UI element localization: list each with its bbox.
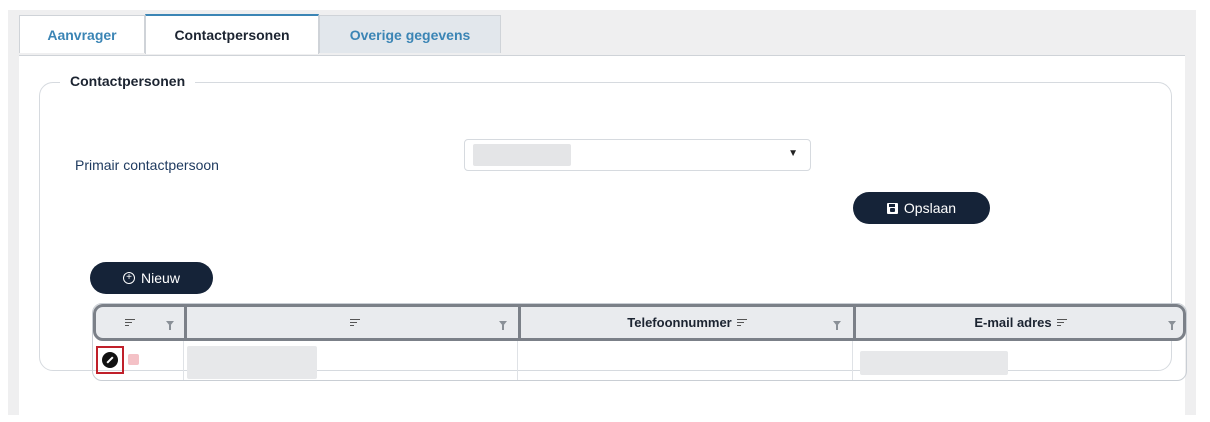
- contacts-grid: Telefoonnummer E-mail adres: [92, 303, 1187, 381]
- column-divider: [852, 341, 853, 380]
- cell-name-redacted: [187, 346, 317, 379]
- column-header-telefoonnummer[interactable]: Telefoonnummer: [521, 307, 853, 338]
- new-button[interactable]: + Nieuw: [90, 262, 213, 294]
- plus-circle-icon: +: [123, 272, 136, 284]
- primary-contact-value-redacted: [473, 144, 571, 166]
- tab-overige-gegevens[interactable]: Overige gegevens: [319, 15, 501, 53]
- application-panel: Aanvrager Contactpersonen Overige gegeve…: [8, 10, 1196, 416]
- contactpersonen-group: Contactpersonen Primair contactpersoon ▼…: [39, 73, 1187, 381]
- save-button[interactable]: Opslaan: [853, 192, 990, 224]
- new-button-label: Nieuw: [141, 270, 180, 286]
- filter-icon[interactable]: [166, 321, 174, 330]
- tab-content: Contactpersonen Primair contactpersoon ▼…: [19, 55, 1187, 416]
- filter-icon[interactable]: [833, 321, 841, 330]
- group-legend: Contactpersonen: [60, 73, 196, 89]
- grid-header: Telefoonnummer E-mail adres: [93, 304, 1186, 341]
- save-button-label: Opslaan: [903, 200, 957, 216]
- edit-icon: [102, 352, 118, 368]
- sort-icon[interactable]: [1056, 318, 1067, 327]
- filter-icon[interactable]: [499, 321, 507, 330]
- table-row: [93, 341, 1186, 380]
- edit-row-button[interactable]: [96, 346, 124, 374]
- tab-aanvrager[interactable]: Aanvrager: [19, 15, 145, 53]
- column-divider: [517, 341, 518, 380]
- tab-bar: Aanvrager Contactpersonen Overige gegeve…: [19, 14, 501, 55]
- column-header-actions[interactable]: [96, 307, 184, 338]
- tab-contactpersonen[interactable]: Contactpersonen: [145, 14, 319, 54]
- column-header-telefoonnummer-label: Telefoonnummer: [627, 315, 732, 330]
- save-icon: [886, 202, 898, 214]
- sort-icon[interactable]: [350, 318, 360, 327]
- caret-down-icon: ▼: [788, 148, 798, 159]
- cell-email-redacted: [860, 351, 1008, 375]
- column-header-email-label: E-mail adres: [974, 315, 1052, 330]
- column-divider: [183, 341, 184, 380]
- primary-contact-select[interactable]: ▼: [464, 139, 811, 171]
- delete-icon[interactable]: [128, 354, 139, 365]
- column-header-name[interactable]: [187, 307, 518, 338]
- sort-icon[interactable]: [125, 318, 135, 327]
- column-header-email[interactable]: E-mail adres: [856, 307, 1185, 338]
- filter-icon[interactable]: [1168, 321, 1176, 330]
- sort-icon[interactable]: [736, 318, 747, 327]
- primary-contact-label: Primair contactpersoon: [75, 157, 219, 173]
